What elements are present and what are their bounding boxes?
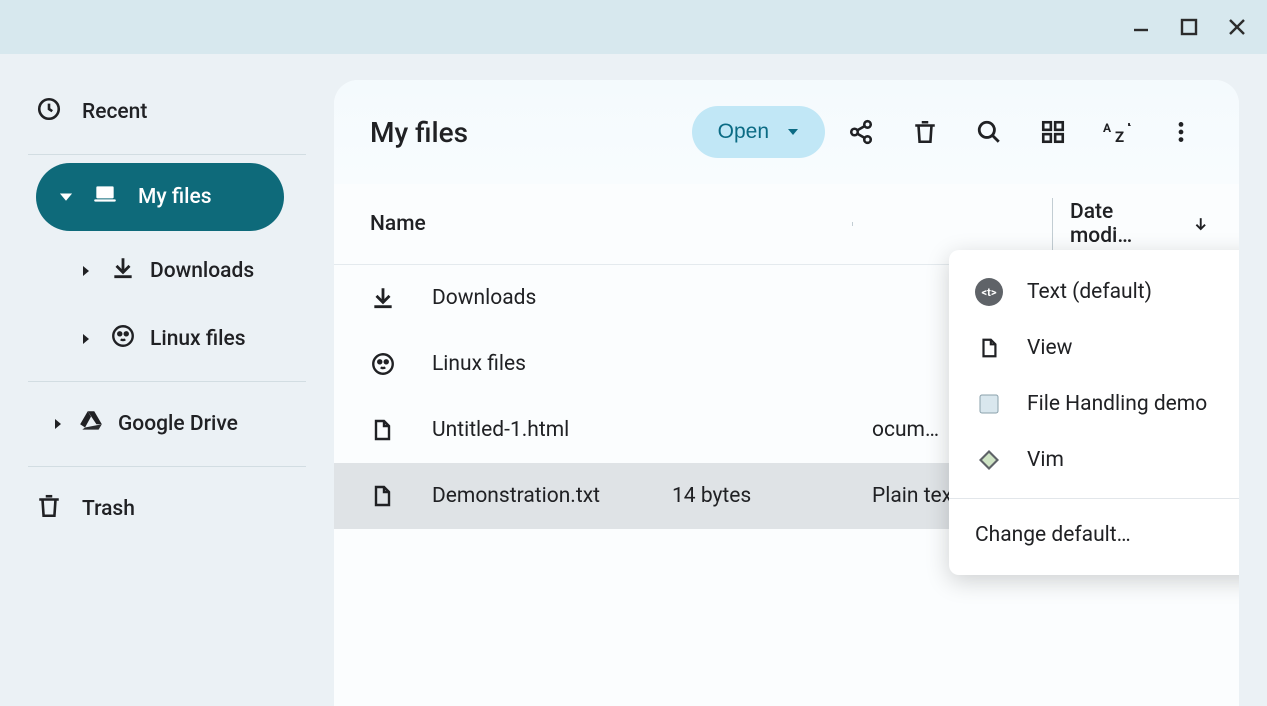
clock-icon bbox=[36, 96, 62, 128]
sidebar-item-label: Trash bbox=[82, 497, 135, 521]
sidebar-item-gdrive[interactable]: Google Drive bbox=[0, 390, 334, 458]
page-title: My files bbox=[370, 116, 468, 149]
sidebar-item-label: Recent bbox=[82, 100, 147, 124]
menu-item-label: Text (default) bbox=[1027, 280, 1152, 304]
chevron-down-icon bbox=[787, 126, 799, 138]
close-button[interactable] bbox=[1227, 17, 1247, 37]
menu-item-file-handling[interactable]: File Handling demo bbox=[949, 376, 1239, 432]
menu-item-vim[interactable]: Vim bbox=[949, 432, 1239, 488]
sidebar-item-myfiles[interactable]: My files bbox=[36, 163, 284, 231]
sidebar-item-downloads[interactable]: Downloads bbox=[0, 237, 334, 305]
file-name: Demonstration.txt bbox=[432, 484, 672, 508]
sort-button[interactable]: AZ bbox=[1089, 104, 1145, 160]
menu-item-change-default[interactable]: Change default… bbox=[949, 509, 1239, 561]
sidebar-item-linux[interactable]: Linux files bbox=[0, 305, 334, 373]
search-button[interactable] bbox=[961, 104, 1017, 160]
menu-item-label: View bbox=[1027, 336, 1072, 360]
chevron-right-icon bbox=[80, 265, 92, 277]
delete-button[interactable] bbox=[897, 104, 953, 160]
sidebar-item-label: Google Drive bbox=[118, 412, 238, 436]
vim-icon bbox=[975, 446, 1003, 474]
file-icon bbox=[975, 334, 1003, 362]
main-panel: My files Open AZ bbox=[334, 80, 1239, 706]
svg-text:A: A bbox=[1103, 121, 1112, 135]
divider bbox=[28, 466, 306, 467]
menu-item-label: Change default… bbox=[975, 523, 1131, 547]
chevron-down-icon bbox=[60, 191, 72, 203]
menu-item-label: Vim bbox=[1027, 448, 1064, 472]
file-name: Downloads bbox=[432, 286, 672, 310]
chevron-right-icon bbox=[52, 418, 64, 430]
chevron-right-icon bbox=[80, 333, 92, 345]
download-icon bbox=[370, 285, 398, 311]
sidebar-item-label: My files bbox=[138, 185, 212, 209]
maximize-button[interactable] bbox=[1179, 17, 1199, 37]
sidebar-item-recent[interactable]: Recent bbox=[0, 78, 334, 146]
file-name: Untitled-1.html bbox=[432, 418, 672, 442]
column-date-label: Date modi… bbox=[1070, 200, 1178, 248]
linux-icon bbox=[110, 323, 136, 355]
linux-icon bbox=[370, 351, 398, 377]
divider bbox=[28, 381, 306, 382]
more-button[interactable] bbox=[1153, 104, 1209, 160]
view-grid-button[interactable] bbox=[1025, 104, 1081, 160]
trash-icon bbox=[36, 493, 62, 525]
sidebar: Recent My files Downloads bbox=[0, 54, 334, 706]
divider bbox=[949, 498, 1239, 499]
window-titlebar bbox=[0, 0, 1267, 54]
minimize-button[interactable] bbox=[1131, 17, 1151, 37]
menu-item-text-default[interactable]: <t> Text (default) bbox=[949, 264, 1239, 320]
download-icon bbox=[110, 255, 136, 287]
divider bbox=[28, 154, 306, 155]
open-button-label: Open bbox=[718, 120, 769, 144]
open-button[interactable]: Open bbox=[692, 106, 825, 158]
file-icon bbox=[370, 483, 398, 509]
file-name: Linux files bbox=[432, 352, 672, 376]
menu-item-label: File Handling demo bbox=[1027, 392, 1207, 416]
file-size: 14 bytes bbox=[672, 484, 872, 508]
text-app-icon: <t> bbox=[975, 278, 1003, 306]
share-button[interactable] bbox=[833, 104, 889, 160]
svg-text:Z: Z bbox=[1115, 128, 1124, 145]
drive-icon bbox=[78, 408, 104, 440]
column-name[interactable]: Name bbox=[370, 212, 670, 236]
file-icon bbox=[370, 417, 398, 443]
column-date[interactable]: Date modi… bbox=[1070, 200, 1209, 248]
toolbar: My files Open AZ bbox=[334, 80, 1239, 184]
sidebar-item-label: Linux files bbox=[150, 327, 246, 351]
app-icon bbox=[975, 390, 1003, 418]
arrow-down-icon bbox=[1192, 215, 1209, 233]
laptop-icon bbox=[92, 181, 118, 213]
menu-item-view[interactable]: View bbox=[949, 320, 1239, 376]
open-with-menu: <t> Text (default) View File Handling de… bbox=[949, 250, 1239, 575]
sidebar-item-trash[interactable]: Trash bbox=[0, 475, 334, 543]
sidebar-item-label: Downloads bbox=[150, 259, 254, 283]
